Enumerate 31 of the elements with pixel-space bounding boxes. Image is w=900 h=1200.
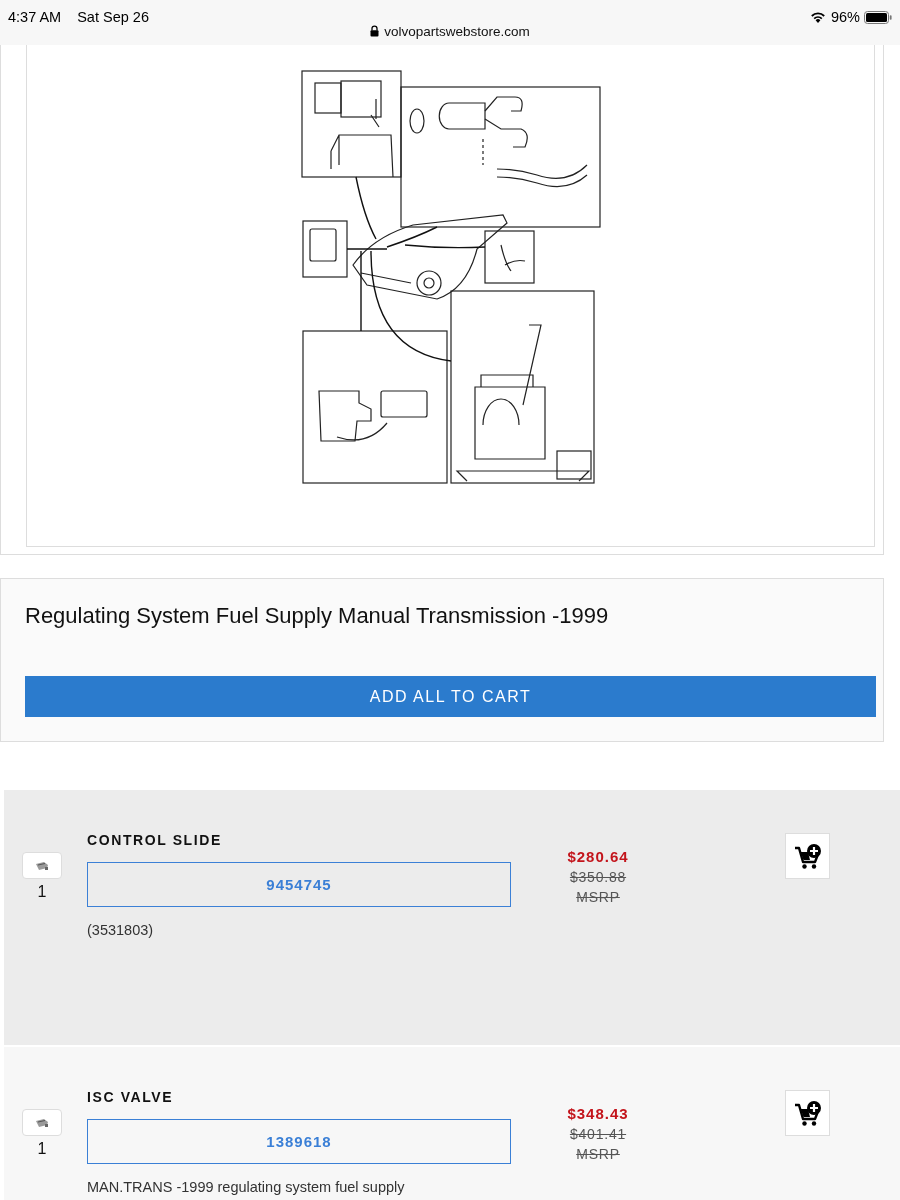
part-name: ISC VALVE: [87, 1088, 175, 1106]
part-thumbnail-button[interactable]: [22, 1109, 62, 1136]
part-thumbnail-icon: [35, 860, 49, 871]
part-name: CONTROL SLIDE: [87, 831, 223, 849]
status-time: 4:37 AM: [8, 9, 62, 25]
msrp-label: MSRP: [576, 1145, 620, 1164]
part-number-link[interactable]: 9454745: [87, 862, 511, 907]
sale-price: $348.43: [567, 1104, 629, 1124]
msrp-price: $350.88: [569, 868, 627, 887]
address-url[interactable]: volvopartswebstore.com: [384, 23, 530, 39]
lock-icon: [370, 25, 380, 37]
add-to-cart-button[interactable]: [785, 1090, 830, 1136]
msrp-price: $401.41: [569, 1125, 627, 1144]
add-to-cart-button[interactable]: [785, 833, 830, 879]
part-note: MAN.TRANS -1999 regulating system fuel supply: [87, 1178, 406, 1197]
add-all-to-cart-button[interactable]: ADD ALL TO CART: [25, 676, 876, 717]
part-thumbnail-button[interactable]: [22, 852, 62, 879]
part-thumbnail-icon: [35, 1117, 49, 1128]
battery-icon: [864, 10, 892, 24]
part-number-link[interactable]: 1389618: [87, 1119, 511, 1164]
quantity: 1: [37, 1139, 47, 1159]
sale-price: $280.64: [567, 847, 629, 867]
assembly-title: Regulating System Fuel Supply Manual Transmission -1999: [25, 602, 610, 630]
quantity: 1: [37, 882, 47, 902]
cart-plus-icon: [794, 842, 821, 870]
cart-plus-icon: [794, 1099, 821, 1127]
status-date: Sat Sep 26: [77, 9, 149, 25]
msrp-label: MSRP: [576, 888, 620, 907]
battery-percentage: 96%: [830, 9, 860, 25]
wifi-icon: [809, 11, 826, 23]
part-note: (3531803): [87, 921, 155, 940]
